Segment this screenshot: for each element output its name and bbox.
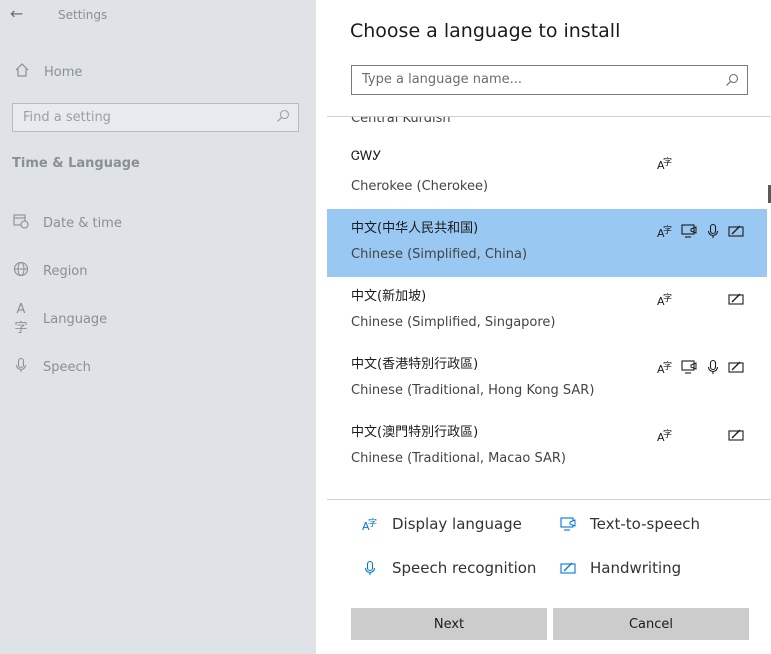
handwriting-icon (728, 427, 744, 443)
microphone-icon (12, 357, 30, 377)
language-native-name: 中文(新加坡) (351, 289, 427, 304)
microphone-icon (364, 560, 376, 575)
microphone-icon (705, 223, 721, 239)
text-to-speech-icon (681, 359, 697, 375)
language-search-placeholder: Type a language name... (362, 72, 523, 87)
svg-text:字: 字 (663, 224, 672, 236)
svg-text:字: 字 (663, 156, 672, 168)
nav-language[interactable]: A字 Language (12, 302, 108, 336)
display-language-icon: A字 (657, 291, 673, 308)
language-list[interactable]: Central KurdishA字ᏣᎳᎩCherokee (Cherokee)A… (327, 116, 771, 500)
language-native-name: ᏣᎳᎩ (351, 149, 382, 164)
language-english-name: Central Kurdish (351, 116, 451, 126)
dialog-title: Choose a language to install (350, 20, 621, 42)
nav-label: Language (43, 311, 108, 327)
back-arrow-icon[interactable]: ← (10, 4, 23, 23)
clock-calendar-icon (12, 213, 30, 233)
display-language-icon: A字 (657, 427, 673, 444)
nav-home[interactable]: Home (12, 62, 82, 82)
language-english-name: Cherokee (Cherokee) (351, 179, 489, 194)
home-icon (12, 62, 32, 82)
language-row[interactable]: 中文(澳門特別行政區) Chinese (Traditional, Macao S… (327, 413, 767, 481)
handwriting-icon (728, 291, 744, 307)
language-english-name: Chinese (Traditional, Hong Kong SAR) (351, 383, 595, 398)
nav-speech[interactable]: Speech (12, 357, 91, 377)
handwriting-icon (728, 223, 744, 239)
legend-label: Text-to-speech (590, 515, 701, 533)
microphone-icon (705, 359, 721, 375)
language-search-input[interactable]: Type a language name... (351, 65, 748, 95)
language-english-name: Chinese (Simplified, China) (351, 247, 528, 262)
legend-text-to-speech: Text-to-speech (560, 514, 700, 534)
text-to-speech-icon (560, 517, 576, 531)
language-native-name: 中文(香港特別行政區) (351, 357, 479, 372)
nav-label: Date & time (43, 215, 122, 231)
legend-display-language: A字 Display language (362, 514, 522, 534)
handwriting-icon (728, 359, 744, 375)
language-native-name: 中文(澳門特別行政區) (351, 425, 479, 440)
legend-label: Handwriting (590, 559, 682, 577)
svg-text:字: 字 (663, 360, 672, 372)
legend-label: Display language (392, 515, 522, 533)
display-language-icon: A字 (362, 517, 377, 532)
nav-date-time[interactable]: Date & time (12, 213, 122, 233)
globe-icon (12, 261, 30, 281)
language-row[interactable]: 中文(中华人民共和国) Chinese (Simplified, China) A 字 (327, 209, 767, 277)
nav-region[interactable]: Region (12, 261, 88, 281)
find-setting-input[interactable]: Find a setting (12, 103, 299, 132)
display-language-icon: A字 (657, 359, 673, 376)
legend-handwriting: Handwriting (560, 558, 681, 578)
language-native-name: 中文(中华人民共和国) (351, 221, 479, 236)
section-title: Time & Language (12, 156, 140, 171)
cancel-button[interactable]: Cancel (553, 608, 749, 640)
next-button[interactable]: Next (351, 608, 547, 640)
nav-label: Speech (43, 359, 91, 375)
app-title: Settings (58, 8, 108, 22)
svg-text:字: 字 (663, 428, 672, 440)
language-icon: A字 (14, 302, 28, 336)
language-row[interactable]: 中文(香港特別行政區) Chinese (Traditional, Hong Ko… (327, 345, 767, 413)
search-icon (726, 73, 739, 86)
language-dialog: Choose a language to install Type a lang… (327, 0, 771, 654)
legend-label: Speech recognition (392, 559, 537, 577)
language-english-name: Chinese (Simplified, Singapore) (351, 315, 556, 330)
home-label: Home (44, 64, 83, 80)
language-row[interactable]: ᏣᎳᎩ Cherokee (Cherokee) A 字 (327, 141, 767, 209)
text-to-speech-icon (681, 223, 697, 239)
display-language-icon: A字 (657, 223, 673, 240)
svg-text:字: 字 (663, 292, 672, 304)
settings-pane: ← Settings Home Find a setting Time & La… (0, 0, 316, 654)
language-row[interactable]: Central KurdishA字 (327, 116, 767, 141)
handwriting-icon (560, 562, 576, 574)
language-row[interactable]: 中文(新加坡) Chinese (Simplified, Singapore) A 字 (327, 277, 767, 345)
display-language-icon: A字 (657, 155, 673, 172)
nav-label: Region (43, 263, 88, 279)
language-english-name: Chinese (Traditional, Macao SAR) (351, 451, 566, 466)
find-setting-placeholder: Find a setting (23, 110, 111, 125)
legend-speech-recognition: Speech recognition (362, 558, 536, 578)
svg-text:字: 字 (368, 517, 377, 529)
title-bar: ← Settings (0, 0, 316, 30)
search-icon (277, 109, 290, 122)
